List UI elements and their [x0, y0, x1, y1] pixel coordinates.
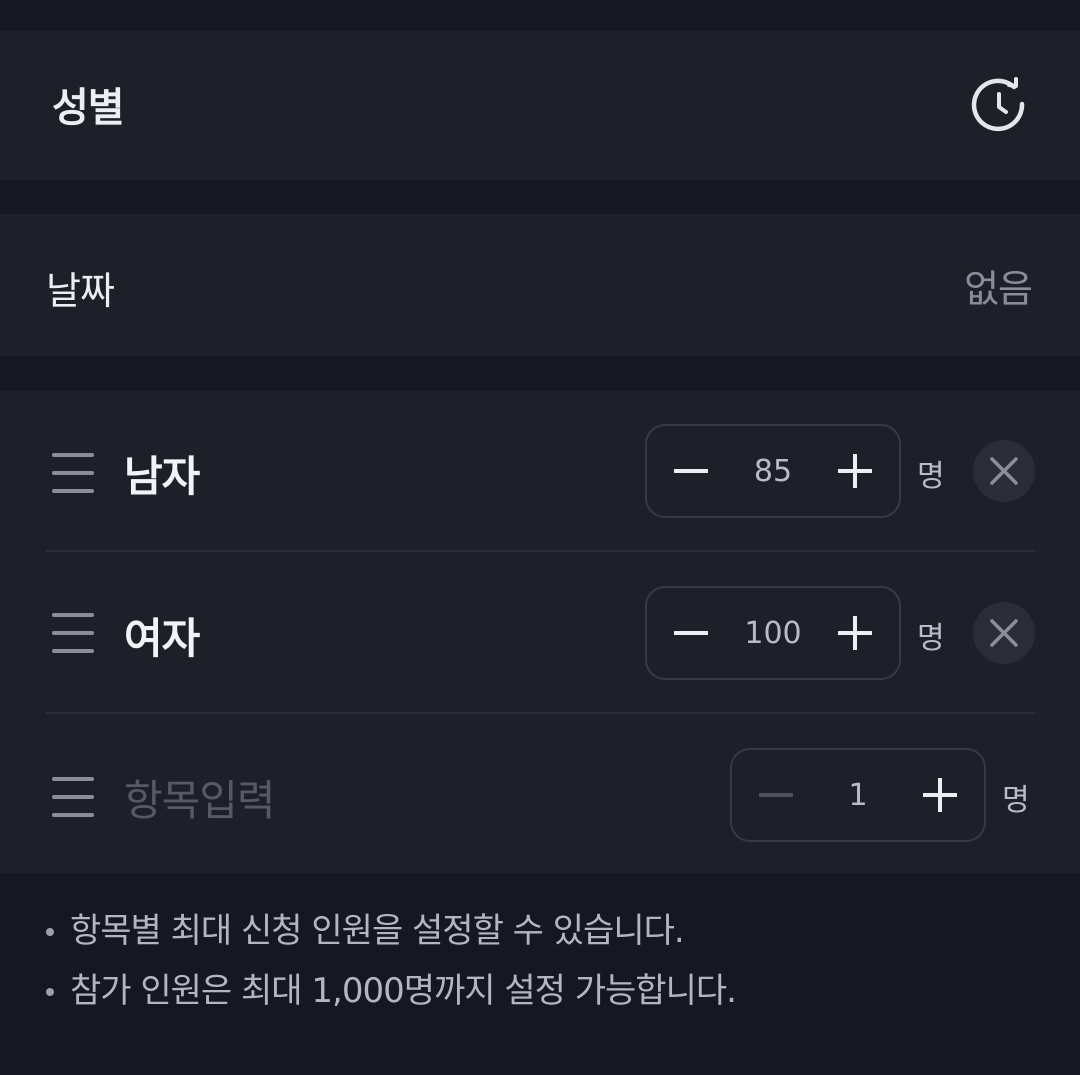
minus-button[interactable] [673, 453, 709, 489]
remove-button[interactable] [973, 440, 1035, 502]
plus-icon [838, 454, 872, 488]
plus-icon [923, 778, 957, 812]
note-item: 항목별 최대 신청 인원을 설정할 수 있습니다. [46, 904, 1046, 964]
drag-handle-icon[interactable] [52, 453, 94, 493]
new-item-row: 항목입력 1 명 [0, 715, 1080, 877]
close-icon [990, 619, 1018, 647]
list-item: 여자 100 명 [0, 553, 1080, 715]
remove-button[interactable] [973, 602, 1035, 664]
header-panel [0, 31, 1080, 180]
quantity-value[interactable]: 85 [754, 454, 792, 489]
divider [46, 550, 1035, 552]
divider [46, 712, 1035, 714]
minus-button[interactable] [758, 777, 794, 813]
quantity-stepper: 1 [730, 748, 986, 842]
item-name-input[interactable]: 항목입력 [124, 767, 276, 828]
unit-label: 명 [917, 621, 945, 656]
unit-label: 명 [917, 459, 945, 494]
history-button[interactable] [968, 74, 1032, 138]
item-label[interactable]: 남자 [124, 443, 200, 504]
minus-button[interactable] [673, 615, 709, 651]
date-value[interactable]: 없음 [964, 258, 1033, 313]
date-label: 날짜 [46, 269, 115, 313]
close-icon [990, 457, 1018, 485]
history-icon [971, 77, 1025, 132]
plus-button[interactable] [837, 615, 873, 651]
page-title: 성별 [52, 85, 125, 131]
quantity-value[interactable]: 100 [744, 616, 801, 651]
note-item: 참가 인원은 최대 1,000명까지 설정 가능합니다. [46, 964, 1046, 1024]
minus-icon [759, 793, 793, 797]
minus-icon [674, 631, 708, 635]
list-item: 남자 85 명 [0, 391, 1080, 553]
help-notes: 항목별 최대 신청 인원을 설정할 수 있습니다. 참가 인원은 최대 1,00… [46, 904, 1046, 1024]
plus-button[interactable] [922, 777, 958, 813]
plus-button[interactable] [837, 453, 873, 489]
item-label[interactable]: 여자 [124, 605, 200, 666]
drag-handle-icon[interactable] [52, 777, 94, 817]
date-row[interactable] [0, 214, 1080, 356]
drag-handle-icon[interactable] [52, 613, 94, 653]
unit-label: 명 [1002, 783, 1030, 818]
quantity-value[interactable]: 1 [848, 778, 867, 813]
plus-icon [837, 616, 872, 650]
quantity-stepper: 85 [645, 424, 901, 518]
minus-icon [674, 469, 708, 473]
quantity-stepper: 100 [645, 586, 901, 680]
